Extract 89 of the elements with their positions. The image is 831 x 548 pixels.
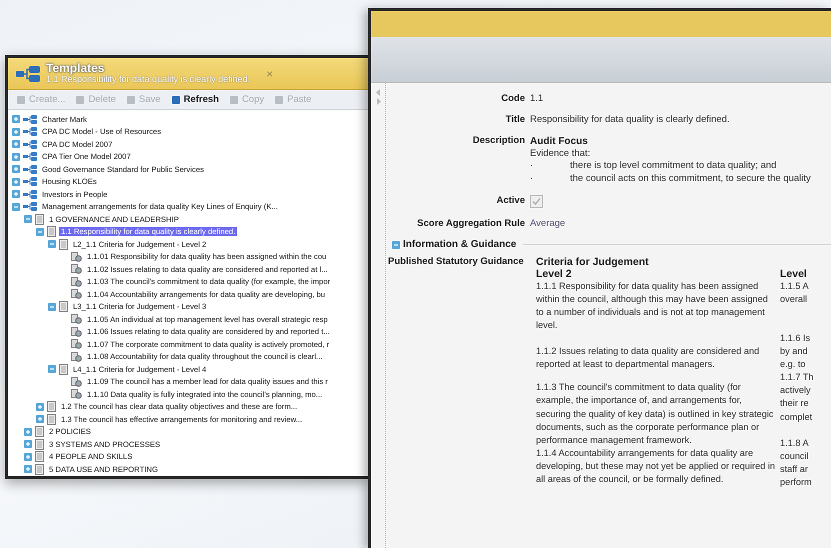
- gear-document-icon: [71, 264, 82, 274]
- collapse-toggle[interactable]: [392, 240, 400, 249]
- document-icon: [35, 438, 44, 450]
- toolbar-icon: [228, 94, 239, 105]
- document-icon: [59, 364, 68, 375]
- right-arrow-icon[interactable]: [376, 98, 380, 105]
- expand-toggle[interactable]: [12, 178, 20, 186]
- network-icon: [23, 140, 37, 149]
- document-icon: [47, 401, 56, 412]
- gear-document-icon: [71, 276, 82, 287]
- gear-document-icon: [71, 252, 82, 262]
- network-icon: [23, 152, 37, 162]
- collapse-toggle[interactable]: [48, 240, 56, 248]
- document-icon: [35, 426, 44, 438]
- collapse-toggle[interactable]: [12, 202, 20, 211]
- gear-document-icon: [71, 314, 82, 324]
- criterion-text: 1.1.2 Issues relating to data quality are considered and reported at least to departmental managers.: [536, 345, 760, 372]
- left-arrow-icon[interactable]: [376, 89, 380, 96]
- toolbar-icon: [170, 94, 181, 105]
- gear-document-icon: [71, 289, 82, 300]
- expand-toggle[interactable]: [12, 115, 20, 124]
- column-heading: Level: [780, 268, 808, 280]
- criterion-text: 1.1.6 Is by and e.g. to: [780, 332, 812, 372]
- collapse-toggle[interactable]: [36, 228, 44, 236]
- criterion-text: 1.1.7 Th actively their re complet: [780, 371, 815, 424]
- criterion-text: 1.1.8 A council staff ar perform: [780, 436, 813, 489]
- field-value: Responsibility for data quality is clearly defined.: [530, 114, 731, 125]
- toolbar-button[interactable]: Refresh: [168, 93, 221, 106]
- toolbar-icon: [75, 94, 86, 105]
- field-label: Code: [500, 93, 525, 104]
- expand-toggle[interactable]: [12, 152, 20, 161]
- criterion-text: 1.1.1 Responsibility for data quality has been assigned within the council, although this may have been assigned to a number of individuals and is not at top management level.: [536, 280, 769, 332]
- criterion-text: 1.1.4 Accountability arrangements for data quality are developing, but these may not yet be applied or required in all areas of the council, or be formally defined.: [536, 446, 776, 486]
- section-title: Information & Guidance: [403, 239, 516, 250]
- bullet-mark: ·: [530, 172, 534, 186]
- field-value: Average: [530, 218, 566, 230]
- description-text: Evidence that:: [530, 148, 592, 160]
- bullet-text: there is top level commitment to data quality; and: [570, 160, 778, 173]
- description-heading: Audit Focus: [530, 135, 589, 148]
- expand-toggle[interactable]: [12, 140, 20, 148]
- field-label: Published Statutory Guidance: [388, 256, 525, 268]
- document-icon: [59, 301, 68, 312]
- bullet-mark: ·: [530, 160, 534, 173]
- document-icon: [35, 464, 44, 475]
- document-icon: [35, 214, 44, 225]
- network-icon: [23, 127, 37, 136]
- gear-document-icon: [71, 352, 82, 362]
- window-title: Templates: [46, 62, 106, 76]
- criterion-text: 1.1.5 A overall: [780, 280, 810, 306]
- expand-toggle[interactable]: [12, 128, 20, 136]
- guidance-heading: Criteria for Judgement: [536, 256, 650, 268]
- bullet-text: the council acts on this commitment, to secure the quality: [570, 172, 812, 186]
- field-label: Title: [504, 114, 525, 125]
- active-checkbox[interactable]: [530, 195, 543, 208]
- expand-toggle[interactable]: [36, 402, 44, 411]
- network-icon: [23, 202, 37, 212]
- network-icon: [23, 164, 37, 174]
- network-icon: [16, 66, 40, 82]
- network-icon: [23, 114, 37, 124]
- expand-toggle[interactable]: [24, 440, 32, 448]
- field-label: Active: [495, 195, 525, 208]
- column-heading: Level 2: [536, 268, 573, 280]
- expand-toggle[interactable]: [12, 190, 20, 198]
- expand-toggle[interactable]: [36, 415, 44, 424]
- collapse-toggle[interactable]: [24, 215, 32, 224]
- gear-document-icon: [71, 339, 82, 350]
- field-label: Description: [472, 135, 525, 148]
- window-subtitle: 1.1 Responsibility for data quality is clearly defined.: [46, 75, 250, 86]
- field-label: Score Aggregation Rule: [416, 218, 525, 230]
- criterion-text: 1.1.3 The council's commitment to data quality (for example, the importance of, and arrangements for, securing the quality of key data) is outlined in key strategic documents, such as the corporate performance plan or performance management framework.: [536, 381, 774, 447]
- expand-toggle[interactable]: [12, 165, 20, 174]
- network-icon: [23, 177, 37, 186]
- network-icon: [23, 190, 37, 199]
- gear-document-icon: [71, 326, 82, 337]
- collapse-toggle[interactable]: [48, 302, 56, 311]
- gear-document-icon: [71, 389, 82, 400]
- document-icon: [47, 226, 56, 238]
- toolbar-icon: [16, 94, 26, 105]
- expand-toggle[interactable]: [24, 428, 32, 436]
- toolbar-icon: [274, 94, 284, 105]
- toolbar-icon: [126, 94, 136, 105]
- document-icon: [47, 414, 56, 425]
- document-icon: [35, 451, 44, 462]
- field-value: 1.1: [530, 93, 544, 104]
- collapse-toggle[interactable]: [48, 365, 56, 374]
- gear-document-icon: [71, 376, 82, 387]
- document-icon: [59, 238, 68, 250]
- expand-toggle[interactable]: [24, 465, 32, 474]
- expand-toggle[interactable]: [24, 452, 32, 461]
